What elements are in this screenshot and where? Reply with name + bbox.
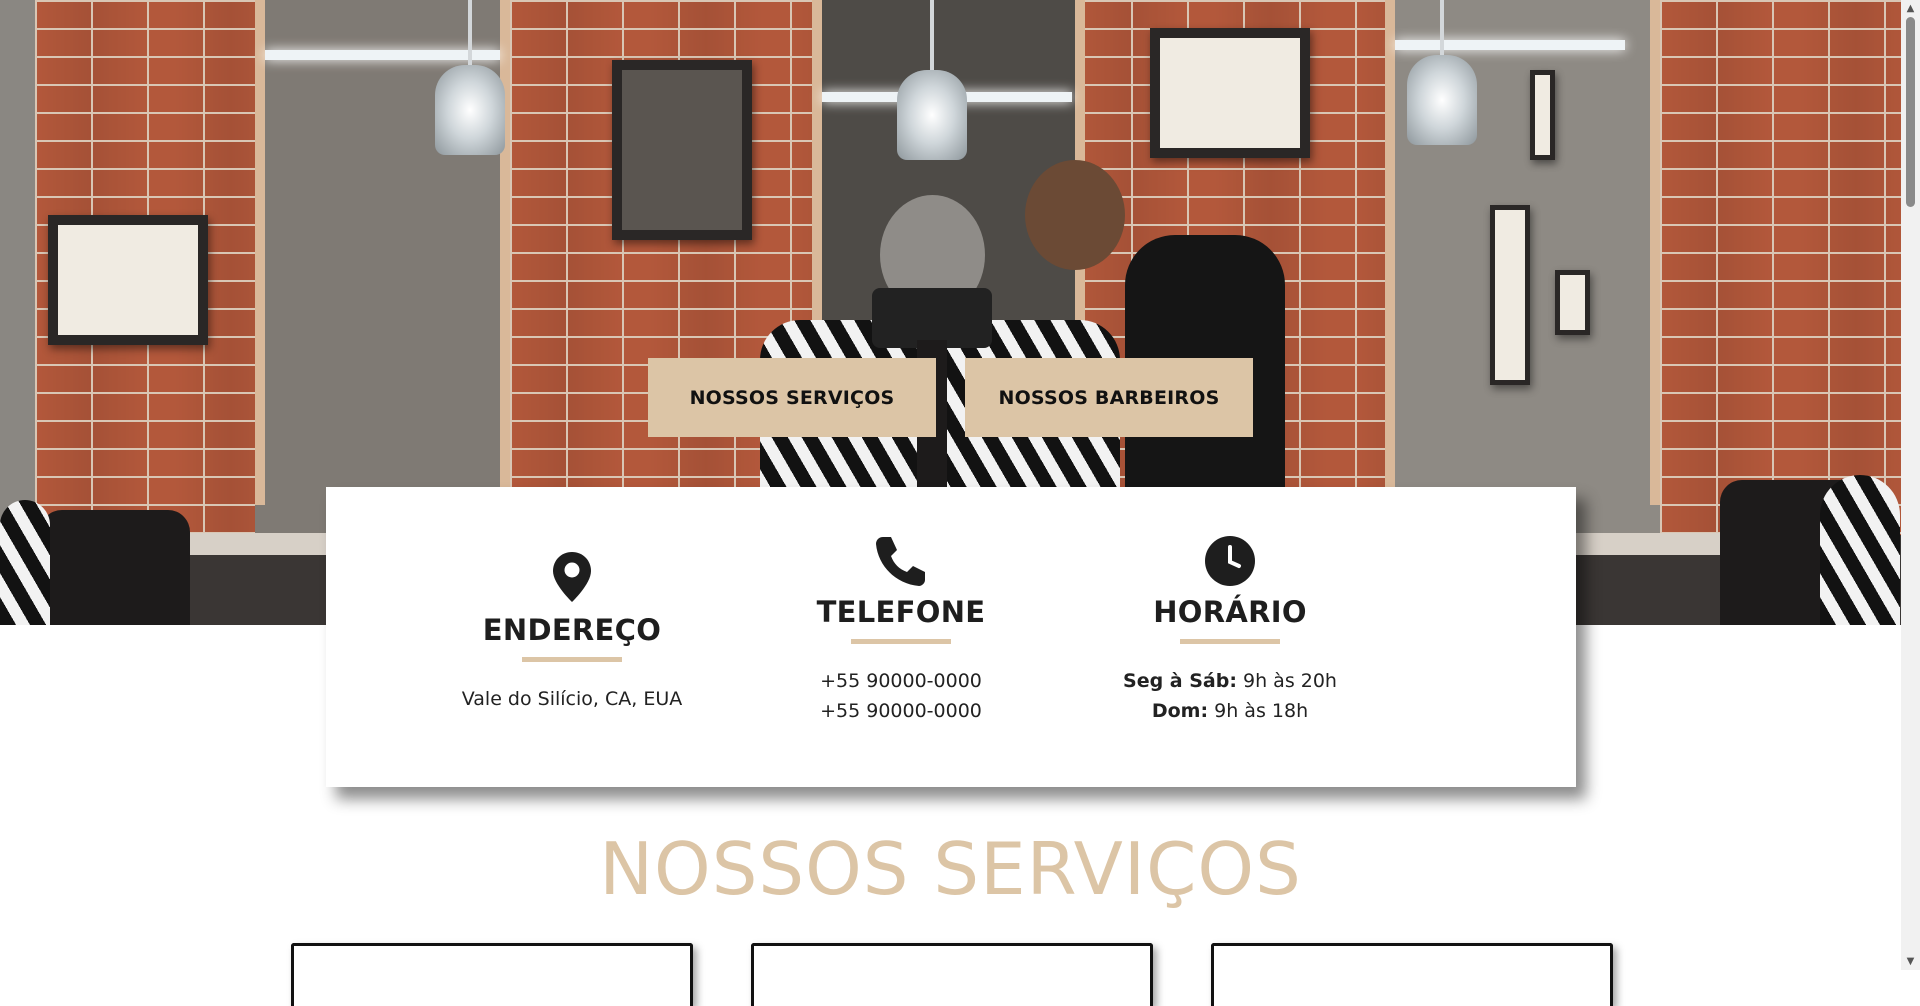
hero-light-bar [265,50,500,60]
phone-title: TELEFONE [816,595,986,629]
scroll-down-arrow-icon[interactable]: ▼ [1901,953,1920,970]
hero-framed-picture [1555,270,1590,335]
hours-time: 9h às 18h [1214,700,1309,722]
phone-underline [851,639,951,644]
hours-day: Dom: [1151,700,1209,722]
hours-text: Seg à Sáb: 9h às 20h Dom: 9h às 18h [1080,666,1380,726]
hours-time: 9h às 20h [1243,670,1337,692]
hero-lamp-cord [468,0,472,70]
hours-row: Dom: 9h às 18h [1080,696,1380,726]
hero-lamp-cord [930,0,934,70]
page-scrollbar[interactable]: ▲ ▼ [1901,0,1920,970]
hero-lamp [1407,55,1477,145]
hours-underline [1180,639,1280,644]
address-title: ENDEREÇO [482,613,662,647]
service-card[interactable] [751,943,1153,1006]
clock-icon [1205,536,1255,586]
address-underline [522,657,622,662]
services-heading: NOSSOS SERVIÇOS [599,827,1302,911]
hero-lamp-cord [1440,0,1444,60]
hero-barber-chair [40,510,190,625]
hero-light-bar [1395,40,1625,50]
phone-block: TELEFONE +55 90000-0000 +55 90000-0000 [751,535,1051,726]
phone-icon [876,537,925,586]
hours-row: Seg à Sáb: 9h às 20h [1080,666,1380,696]
address-block: ENDEREÇO Vale do Silício, CA, EUA [422,551,722,714]
scroll-up-arrow-icon[interactable]: ▲ [1901,0,1920,17]
hours-block: HORÁRIO Seg à Sáb: 9h às 20h Dom: 9h às … [1080,535,1380,726]
hero-framed-picture [1150,28,1310,158]
phone-number[interactable]: +55 90000-0000 [751,666,1051,696]
services-button[interactable]: NOSSOS SERVIÇOS [648,358,936,437]
hero-mirror-frame [255,0,265,505]
scroll-thumb[interactable] [1906,17,1915,207]
address-text: Vale do Silício, CA, EUA [422,684,722,714]
service-card[interactable] [291,943,693,1006]
service-card[interactable] [1211,943,1613,1006]
hero-barber-head [1025,160,1125,270]
hero-cape [1820,475,1900,625]
hours-day: Seg à Sáb: [1123,670,1237,692]
hero-lamp [897,70,967,160]
hero-framed-picture [1530,70,1555,160]
hero-framed-picture [1490,205,1530,385]
phone-text: +55 90000-0000 +55 90000-0000 [751,666,1051,726]
hero-mirror-frame [1385,0,1395,505]
hero-framed-picture [48,215,208,345]
hero-headrest [872,288,992,348]
hero-mirror-frame [1650,0,1660,505]
hero-cape [0,500,50,625]
hero-lamp [435,65,505,155]
hero-counter [180,533,340,555]
hours-title: HORÁRIO [1153,595,1307,629]
address-line: Vale do Silício, CA, EUA [461,688,683,710]
map-pin-icon [553,552,591,602]
hero-framed-picture [612,60,752,240]
hero-mirror-frame [500,0,510,505]
barbers-button[interactable]: NOSSOS BARBEIROS [965,358,1253,437]
info-card: ENDEREÇO Vale do Silício, CA, EUA TELEFO… [326,487,1576,787]
phone-number[interactable]: +55 90000-0000 [751,696,1051,726]
